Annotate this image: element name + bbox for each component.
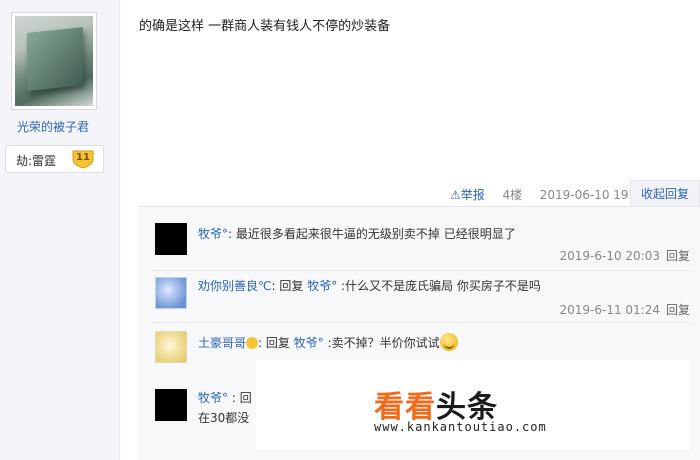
- reply-button[interactable]: 回复: [666, 249, 690, 263]
- post-content: 的确是这样 一群商人装有钱人不停的炒装备: [139, 19, 391, 34]
- watermark-url: www.kankantoutiao.com: [374, 420, 547, 434]
- reply-time: 2019-6-10 20:03: [559, 249, 660, 263]
- author-name-link[interactable]: 光荣的被子君: [0, 118, 106, 135]
- reply-username[interactable]: 牧爷°: [198, 391, 228, 405]
- divider: [152, 270, 692, 271]
- reply-username[interactable]: 牧爷°: [198, 227, 228, 241]
- reply-to-username[interactable]: 牧爷°: [294, 336, 324, 350]
- author-avatar-image: [15, 16, 93, 106]
- reply-avatar[interactable]: [155, 223, 187, 255]
- reply-text: : 回: [231, 391, 252, 405]
- reply-text: :卖不掉？半价你试试: [327, 336, 440, 350]
- watermark: 看看头条 www.kankantoutiao.com: [256, 360, 690, 450]
- floor-number: 4楼: [502, 188, 523, 202]
- badge-level-number: 11: [76, 152, 90, 163]
- author-badge[interactable]: 劫:雷霆 11: [5, 145, 104, 173]
- reply-text: 最近很多看起来很牛逼的无级别卖不掉 已经很明显了: [235, 227, 516, 241]
- post-meta: ⚠举报 4楼 2019-06-10 19:57: [450, 186, 648, 203]
- reply-avatar[interactable]: [155, 331, 187, 363]
- reply-username[interactable]: 土豪哥哥: [198, 336, 246, 350]
- reply-time: 2019-6-11 01:24: [559, 303, 660, 317]
- divider: [152, 322, 692, 323]
- reply-to-username[interactable]: 牧爷°: [307, 279, 337, 293]
- report-link[interactable]: ⚠举报: [450, 188, 489, 202]
- collapse-reply-button[interactable]: 收起回复: [630, 180, 700, 206]
- reply-username[interactable]: 劝你别善良℃: [198, 279, 271, 293]
- warning-icon: ⚠: [450, 188, 461, 202]
- level-badge-icon: 11: [72, 149, 94, 169]
- author-sidebar: 光荣的被子君 劫:雷霆 11: [0, 0, 120, 460]
- reply-button[interactable]: 回复: [666, 303, 690, 317]
- smiley-emoji-icon: [439, 333, 458, 351]
- reply-avatar[interactable]: [155, 389, 187, 421]
- badge-label: 劫:雷霆: [16, 154, 57, 168]
- reply-text: :什么又不是庞氏骗局 你买房子不是吗: [341, 279, 541, 293]
- reply-item: 劝你别善良℃: 回复 牧爷° :什么又不是庞氏骗局 你买房子不是吗 2019-6…: [138, 277, 700, 335]
- emoji-icon: [246, 337, 259, 349]
- reply-avatar[interactable]: [155, 277, 187, 309]
- author-avatar[interactable]: [11, 12, 97, 110]
